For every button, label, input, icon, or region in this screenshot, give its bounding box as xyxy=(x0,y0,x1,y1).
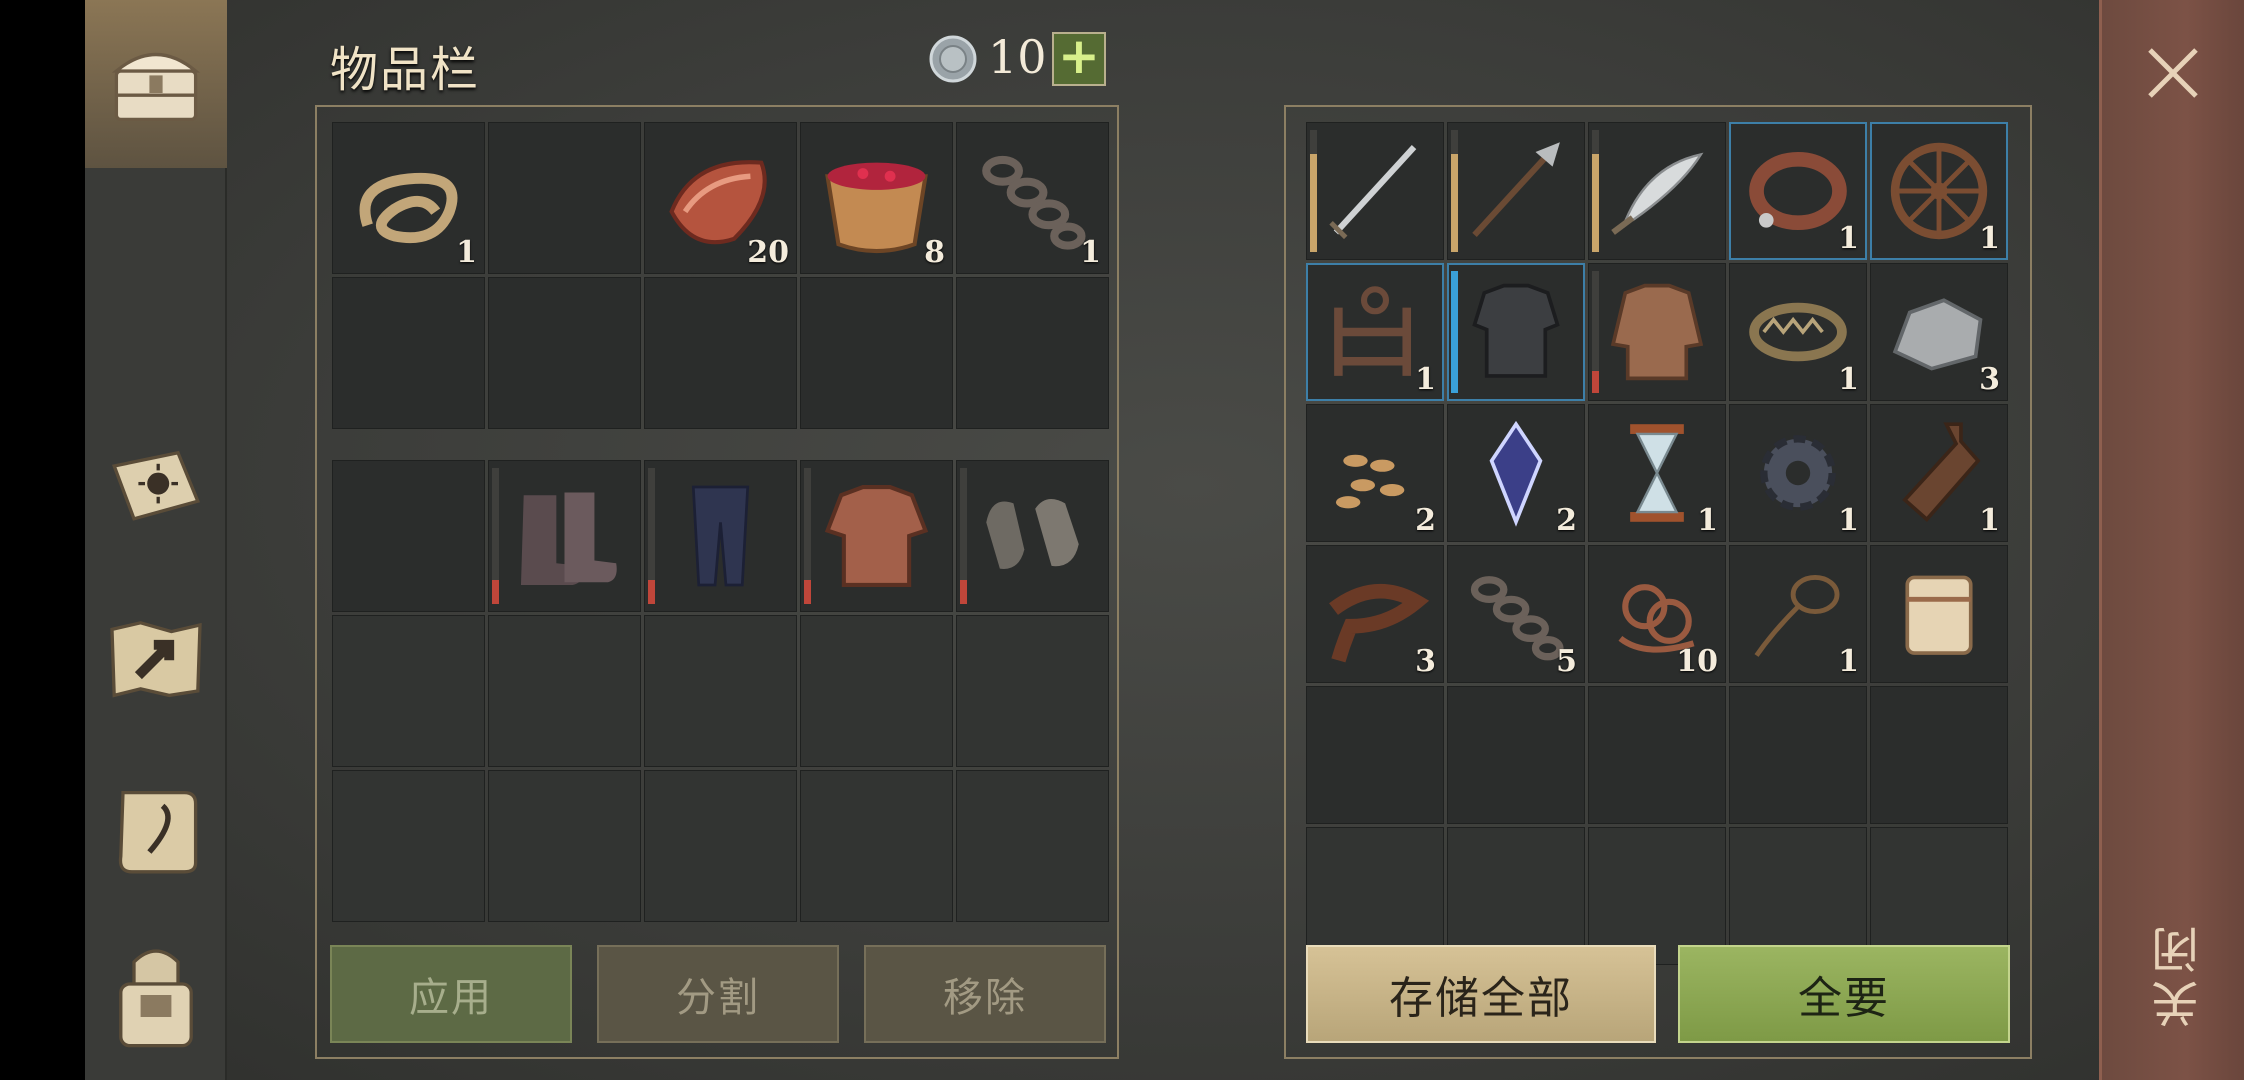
item-slot[interactable]: 10 xyxy=(1588,545,1726,683)
item-quantity: 2 xyxy=(1415,503,1436,538)
empty-slot[interactable] xyxy=(644,615,797,767)
boots-icon xyxy=(520,492,617,585)
item-slot[interactable]: 1 xyxy=(332,122,485,274)
empty-slot[interactable] xyxy=(956,770,1109,922)
empty-slot[interactable] xyxy=(488,770,641,922)
remove-button[interactable]: 移除 xyxy=(864,945,1106,1043)
empty-slot[interactable] xyxy=(800,277,953,429)
item-quantity: 1 xyxy=(1979,503,2000,538)
empty-slot[interactable] xyxy=(956,615,1109,767)
empty-slot[interactable] xyxy=(332,770,485,922)
item-quantity: 1 xyxy=(1697,503,1718,538)
item-slot[interactable]: 1 xyxy=(956,122,1109,274)
item-slot[interactable] xyxy=(644,460,797,612)
leather-armor-icon xyxy=(824,485,929,587)
halberd-icon xyxy=(1472,142,1560,237)
item-quantity: 1 xyxy=(1415,362,1436,397)
item-quantity: 1 xyxy=(1838,503,1859,538)
store-all-button[interactable]: 存储全部 xyxy=(1306,945,1656,1043)
gloves-icon xyxy=(986,499,1079,569)
empty-slot[interactable] xyxy=(956,277,1109,429)
empty-slot[interactable] xyxy=(644,277,797,429)
item-quantity: 5 xyxy=(1556,644,1577,679)
item-quantity: 20 xyxy=(747,235,789,270)
empty-slot[interactable] xyxy=(1870,686,2008,824)
item-slot[interactable]: 20 xyxy=(644,122,797,274)
backpack-grid: 1 20 8 1 xyxy=(332,122,1109,429)
item-slot[interactable]: 3 xyxy=(1306,545,1444,683)
item-quantity: 1 xyxy=(456,235,477,270)
item-slot[interactable]: 1 xyxy=(1870,404,2008,542)
item-slot[interactable]: 1 xyxy=(1729,404,1867,542)
item-slot[interactable] xyxy=(1588,122,1726,260)
item-slot[interactable]: 8 xyxy=(800,122,953,274)
scale-armor-icon xyxy=(1472,283,1560,378)
empty-slot[interactable] xyxy=(332,277,485,429)
empty-slot[interactable] xyxy=(1447,686,1585,824)
item-slot[interactable] xyxy=(956,460,1109,612)
empty-slot[interactable] xyxy=(644,770,797,922)
chainmail-shirt-icon xyxy=(1610,283,1704,381)
item-quantity: 1 xyxy=(1838,221,1859,256)
item-slot[interactable] xyxy=(1870,545,2008,683)
close-icon[interactable] xyxy=(2140,40,2206,106)
item-slot[interactable] xyxy=(800,460,953,612)
item-slot[interactable]: 1 xyxy=(1729,122,1867,260)
item-slot[interactable]: 3 xyxy=(1870,263,2008,401)
pants-icon xyxy=(691,485,750,587)
item-slot[interactable] xyxy=(1447,263,1585,401)
item-quantity: 1 xyxy=(1838,362,1859,397)
item-quantity: 3 xyxy=(1415,644,1436,679)
empty-slot[interactable] xyxy=(488,277,641,429)
item-slot[interactable]: 1 xyxy=(1729,263,1867,401)
item-slot[interactable] xyxy=(1306,122,1444,260)
split-button[interactable]: 分割 xyxy=(597,945,839,1043)
item-slot[interactable]: 1 xyxy=(1870,122,2008,260)
empty-slot[interactable] xyxy=(1729,686,1867,824)
inventory-title: 物品栏 xyxy=(330,42,481,98)
empty-slot[interactable] xyxy=(488,122,641,274)
item-slot[interactable]: 1 xyxy=(1729,545,1867,683)
storage-grid: 1 1 1 1 3 2 2 1 1 1 3 5 10 1 xyxy=(1306,122,2008,965)
item-slot[interactable]: 1 xyxy=(1306,263,1444,401)
item-quantity: 3 xyxy=(1979,362,2000,397)
sword-icon xyxy=(1329,145,1417,240)
empty-slot[interactable] xyxy=(800,615,953,767)
item-quantity: 2 xyxy=(1556,503,1577,538)
item-quantity: 10 xyxy=(1676,644,1718,679)
scroll-icon xyxy=(1905,575,1973,655)
coin-count: 10 xyxy=(988,30,1047,84)
empty-slot[interactable] xyxy=(332,615,485,767)
item-slot[interactable] xyxy=(488,460,641,612)
empty-slot[interactable] xyxy=(800,770,953,922)
add-currency-button[interactable]: + xyxy=(1052,31,1106,86)
item-slot[interactable] xyxy=(1588,263,1726,401)
apply-button[interactable]: 应用 xyxy=(330,945,572,1043)
crafting-book-icon[interactable] xyxy=(95,428,217,548)
item-quantity: 1 xyxy=(1979,221,2000,256)
close-sidebar[interactable] xyxy=(2099,0,2244,1080)
scroll-quest-icon[interactable] xyxy=(95,770,217,890)
item-slot[interactable] xyxy=(1447,122,1585,260)
item-quantity: 1 xyxy=(1838,644,1859,679)
empty-slot[interactable] xyxy=(488,615,641,767)
take-all-button[interactable]: 全要 xyxy=(1678,945,2010,1043)
item-slot[interactable]: 2 xyxy=(1306,404,1444,542)
map-icon[interactable] xyxy=(95,598,217,718)
empty-slot[interactable] xyxy=(332,460,485,612)
scimitar-icon xyxy=(1611,152,1704,235)
silver-coin-icon xyxy=(929,35,977,83)
character-icon[interactable] xyxy=(95,935,217,1055)
item-quantity: 8 xyxy=(924,235,945,270)
empty-slot[interactable] xyxy=(1588,686,1726,824)
equipment-grid xyxy=(332,460,1109,922)
item-quantity: 1 xyxy=(1080,235,1101,270)
chest-icon[interactable] xyxy=(95,22,217,142)
item-slot[interactable]: 5 xyxy=(1447,545,1585,683)
close-label[interactable]: 关闭 xyxy=(2145,920,2208,1028)
empty-slot[interactable] xyxy=(1306,686,1444,824)
item-slot[interactable]: 2 xyxy=(1447,404,1585,542)
item-slot[interactable]: 1 xyxy=(1588,404,1726,542)
